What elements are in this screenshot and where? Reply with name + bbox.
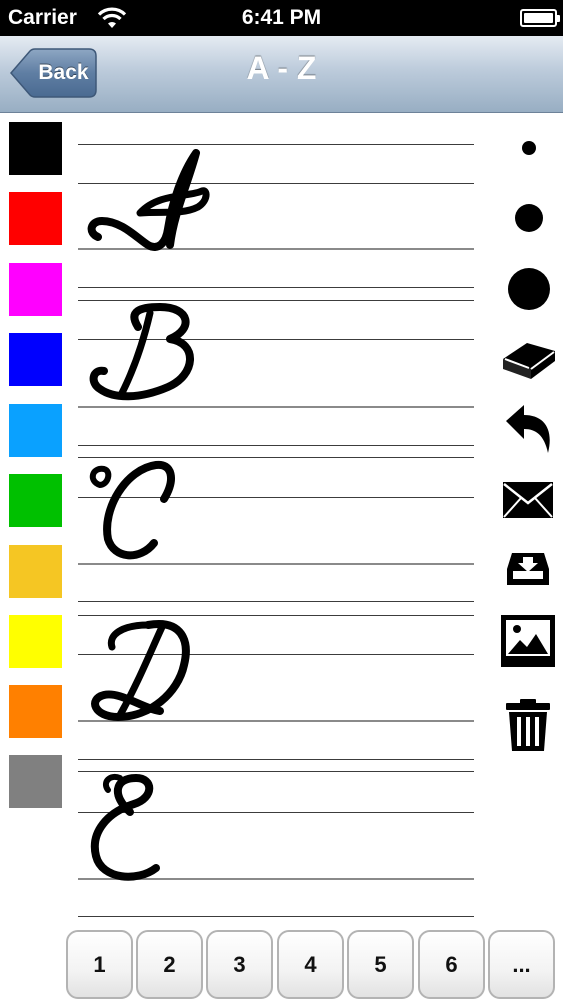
color-swatch-gold[interactable]: [9, 545, 62, 598]
drawing-canvas[interactable]: [78, 115, 474, 925]
page-button-3[interactable]: 3: [206, 930, 273, 999]
eraser-icon[interactable]: [501, 337, 557, 381]
cursive-letter-a: [87, 149, 210, 251]
color-swatch-black[interactable]: [9, 122, 62, 175]
page-button-2[interactable]: 2: [136, 930, 203, 999]
undo-icon[interactable]: [504, 403, 554, 455]
status-time: 6:41 PM: [241, 6, 322, 29]
medium-brush-icon[interactable]: [502, 197, 556, 239]
color-swatch-red[interactable]: [9, 192, 62, 245]
navigation-bar: Back A - Z: [0, 36, 563, 113]
trash-icon[interactable]: [504, 698, 552, 752]
page-button-6[interactable]: 6: [418, 930, 485, 999]
page-title: A - Z: [246, 50, 317, 86]
color-swatch-sky-blue[interactable]: [9, 404, 62, 457]
cursive-letter-e: [90, 774, 160, 881]
page-button-4[interactable]: 4: [277, 930, 344, 999]
color-swatch-gray[interactable]: [9, 755, 62, 808]
status-bar: Carrier 6:41 PM: [0, 0, 563, 36]
color-swatch-orange[interactable]: [9, 685, 62, 738]
cursive-letter-c: [89, 460, 175, 560]
cursive-letter-b: [89, 303, 194, 401]
image-icon[interactable]: [500, 614, 556, 668]
large-brush-icon[interactable]: [502, 264, 556, 314]
color-swatch-blue[interactable]: [9, 333, 62, 386]
battery-icon: [520, 9, 560, 27]
save-icon[interactable]: [506, 550, 550, 588]
small-brush-icon[interactable]: [509, 132, 549, 164]
color-swatch-green[interactable]: [9, 474, 62, 527]
mail-icon[interactable]: [502, 480, 554, 520]
color-swatch-yellow[interactable]: [9, 615, 62, 668]
page-button-1[interactable]: 1: [66, 930, 133, 999]
page-button-more[interactable]: ...: [488, 930, 555, 999]
page-button-5[interactable]: 5: [347, 930, 414, 999]
cursive-letter-d: [91, 620, 190, 721]
color-swatch-magenta[interactable]: [9, 263, 62, 316]
